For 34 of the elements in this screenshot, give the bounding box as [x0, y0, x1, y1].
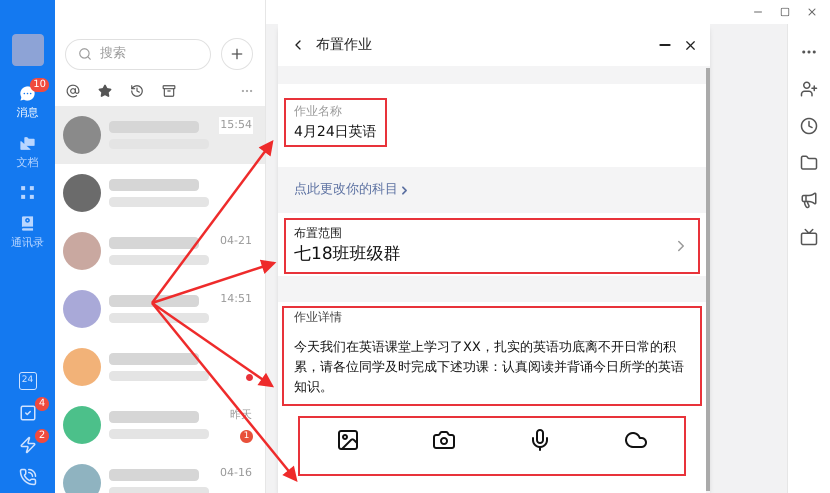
recent-filter-icon[interactable] [130, 84, 144, 98]
chat-time: 15:54 [219, 117, 253, 134]
unread-badge: 10 [30, 78, 49, 92]
unread-badge: 1 [240, 430, 253, 443]
chat-item[interactable]: 15:54 [55, 106, 265, 164]
unread-badge: 2 [35, 429, 49, 443]
plus-icon [229, 46, 245, 62]
details-label: 作业详情 [294, 308, 343, 326]
search-icon [78, 47, 92, 61]
dialog-title: 布置作业 [316, 36, 373, 54]
unread-badge: 4 [35, 397, 49, 411]
at-filter-icon[interactable] [66, 84, 80, 98]
add-user-icon[interactable] [800, 80, 818, 98]
star-filter-icon[interactable] [98, 84, 112, 98]
change-subject-link[interactable]: 点此更改你的科目 [294, 180, 411, 200]
history-icon[interactable] [800, 117, 818, 135]
flash-icon[interactable] [18, 436, 36, 454]
archive-filter-icon[interactable] [162, 84, 176, 98]
search-field[interactable]: 搜索 [65, 38, 211, 70]
megaphone-icon[interactable] [800, 191, 818, 209]
avatar-placeholder [12, 34, 44, 66]
nav-icon [18, 183, 37, 202]
nav-item[interactable]: 通讯录 [11, 208, 44, 258]
tv-icon[interactable] [800, 228, 818, 246]
todo-icon[interactable] [18, 404, 36, 422]
nav-item[interactable]: 文档 [16, 128, 38, 177]
maximize-icon[interactable] [780, 7, 790, 17]
folder-icon[interactable] [800, 154, 818, 172]
details-text[interactable]: 今天我们在英语课堂上学习了XX，扎实的英语功底离不开日常的积累，请各位同学及时完成下述功课：认真阅读并背诵今日所学的英语知识。 [294, 338, 690, 398]
call-icon[interactable] [18, 468, 36, 486]
range-selector[interactable]: 布置范围 七18班班级群 [284, 218, 700, 274]
image-icon[interactable] [336, 428, 360, 452]
calendar-icon[interactable]: 24 [18, 372, 36, 390]
name-field[interactable]: 作业名称 4月24日英语 [284, 98, 387, 147]
